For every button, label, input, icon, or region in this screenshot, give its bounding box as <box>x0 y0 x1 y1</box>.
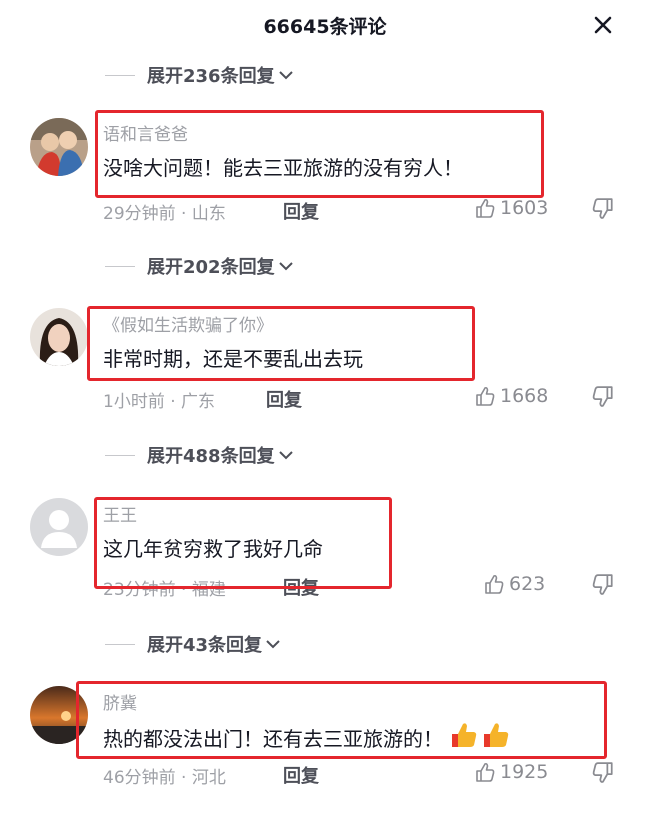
like-count: 1668 <box>500 385 549 407</box>
thumbs-up-icon <box>476 198 495 218</box>
comment-time-location: 29分钟前 · 山东 <box>103 204 226 224</box>
thumbs-down-icon[interactable] <box>591 761 615 785</box>
divider-line <box>105 643 135 645</box>
close-icon[interactable] <box>592 14 614 36</box>
comment-item: 脐冀 热的都没法出门！还有去三亚旅游的！ 46分钟前 · 河北 回复 1925 <box>0 681 650 801</box>
like-button[interactable]: 623 <box>483 573 545 595</box>
thumbs-down-icon[interactable] <box>591 197 615 221</box>
like-button[interactable]: 1603 <box>474 197 548 219</box>
comment-time-location: 46分钟前 · 河北 <box>103 768 226 788</box>
chevron-down-icon <box>278 71 293 80</box>
thumbs-up-icon <box>476 386 495 406</box>
like-count: 1925 <box>500 761 549 783</box>
divider-line <box>105 265 135 267</box>
thumbs-down-icon[interactable] <box>591 385 615 409</box>
chevron-down-icon <box>278 262 293 271</box>
expand-replies-button[interactable]: 展开488条回复 <box>105 442 295 468</box>
comment-item: 《假如生活欺骗了你》 非常时期，还是不要乱出去玩 1小时前 · 广东 回复 16… <box>0 303 650 423</box>
expand-replies-button[interactable]: 展开236条回复 <box>105 62 295 88</box>
reply-button[interactable]: 回复 <box>283 762 319 788</box>
expand-replies-label: 展开488条回复 <box>147 446 275 467</box>
expand-replies-button[interactable]: 展开202条回复 <box>105 253 295 279</box>
comment-item: 王王 这几年贫穷救了我好几命 23分钟前 · 福建 回复 623 <box>0 493 650 613</box>
thumbs-up-icon <box>476 762 495 782</box>
like-button[interactable]: 1668 <box>474 385 548 407</box>
divider-line <box>105 74 135 76</box>
comment-item: 语和言爸爸 没啥大问题！能去三亚旅游的没有穷人！ 29分钟前 · 山东 回复 1… <box>0 110 650 230</box>
expand-replies-label: 展开236条回复 <box>147 66 275 87</box>
comment-time-location: 1小时前 · 广东 <box>103 392 216 412</box>
highlight-box <box>94 497 392 589</box>
expand-replies-button[interactable]: 展开43条回复 <box>105 631 282 657</box>
divider-line <box>105 454 135 456</box>
highlight-box <box>87 306 475 381</box>
highlight-box <box>95 110 544 198</box>
chevron-down-icon <box>278 451 293 460</box>
comments-header: 66645条评论 <box>0 0 650 50</box>
expand-replies-label: 展开202条回复 <box>147 257 275 278</box>
like-count: 623 <box>509 573 546 595</box>
highlight-box <box>76 681 607 759</box>
avatar[interactable] <box>30 498 88 556</box>
like-button[interactable]: 1925 <box>474 761 548 783</box>
avatar[interactable] <box>30 118 88 176</box>
comment-count-title: 66645条评论 <box>263 16 387 38</box>
reply-button[interactable]: 回复 <box>266 386 302 412</box>
thumbs-down-icon[interactable] <box>591 573 615 597</box>
expand-replies-label: 展开43条回复 <box>147 635 263 656</box>
avatar[interactable] <box>30 308 88 366</box>
chevron-down-icon <box>266 640 280 649</box>
reply-button[interactable]: 回复 <box>283 198 319 224</box>
like-count: 1603 <box>500 197 549 219</box>
thumbs-up-icon <box>485 574 504 594</box>
